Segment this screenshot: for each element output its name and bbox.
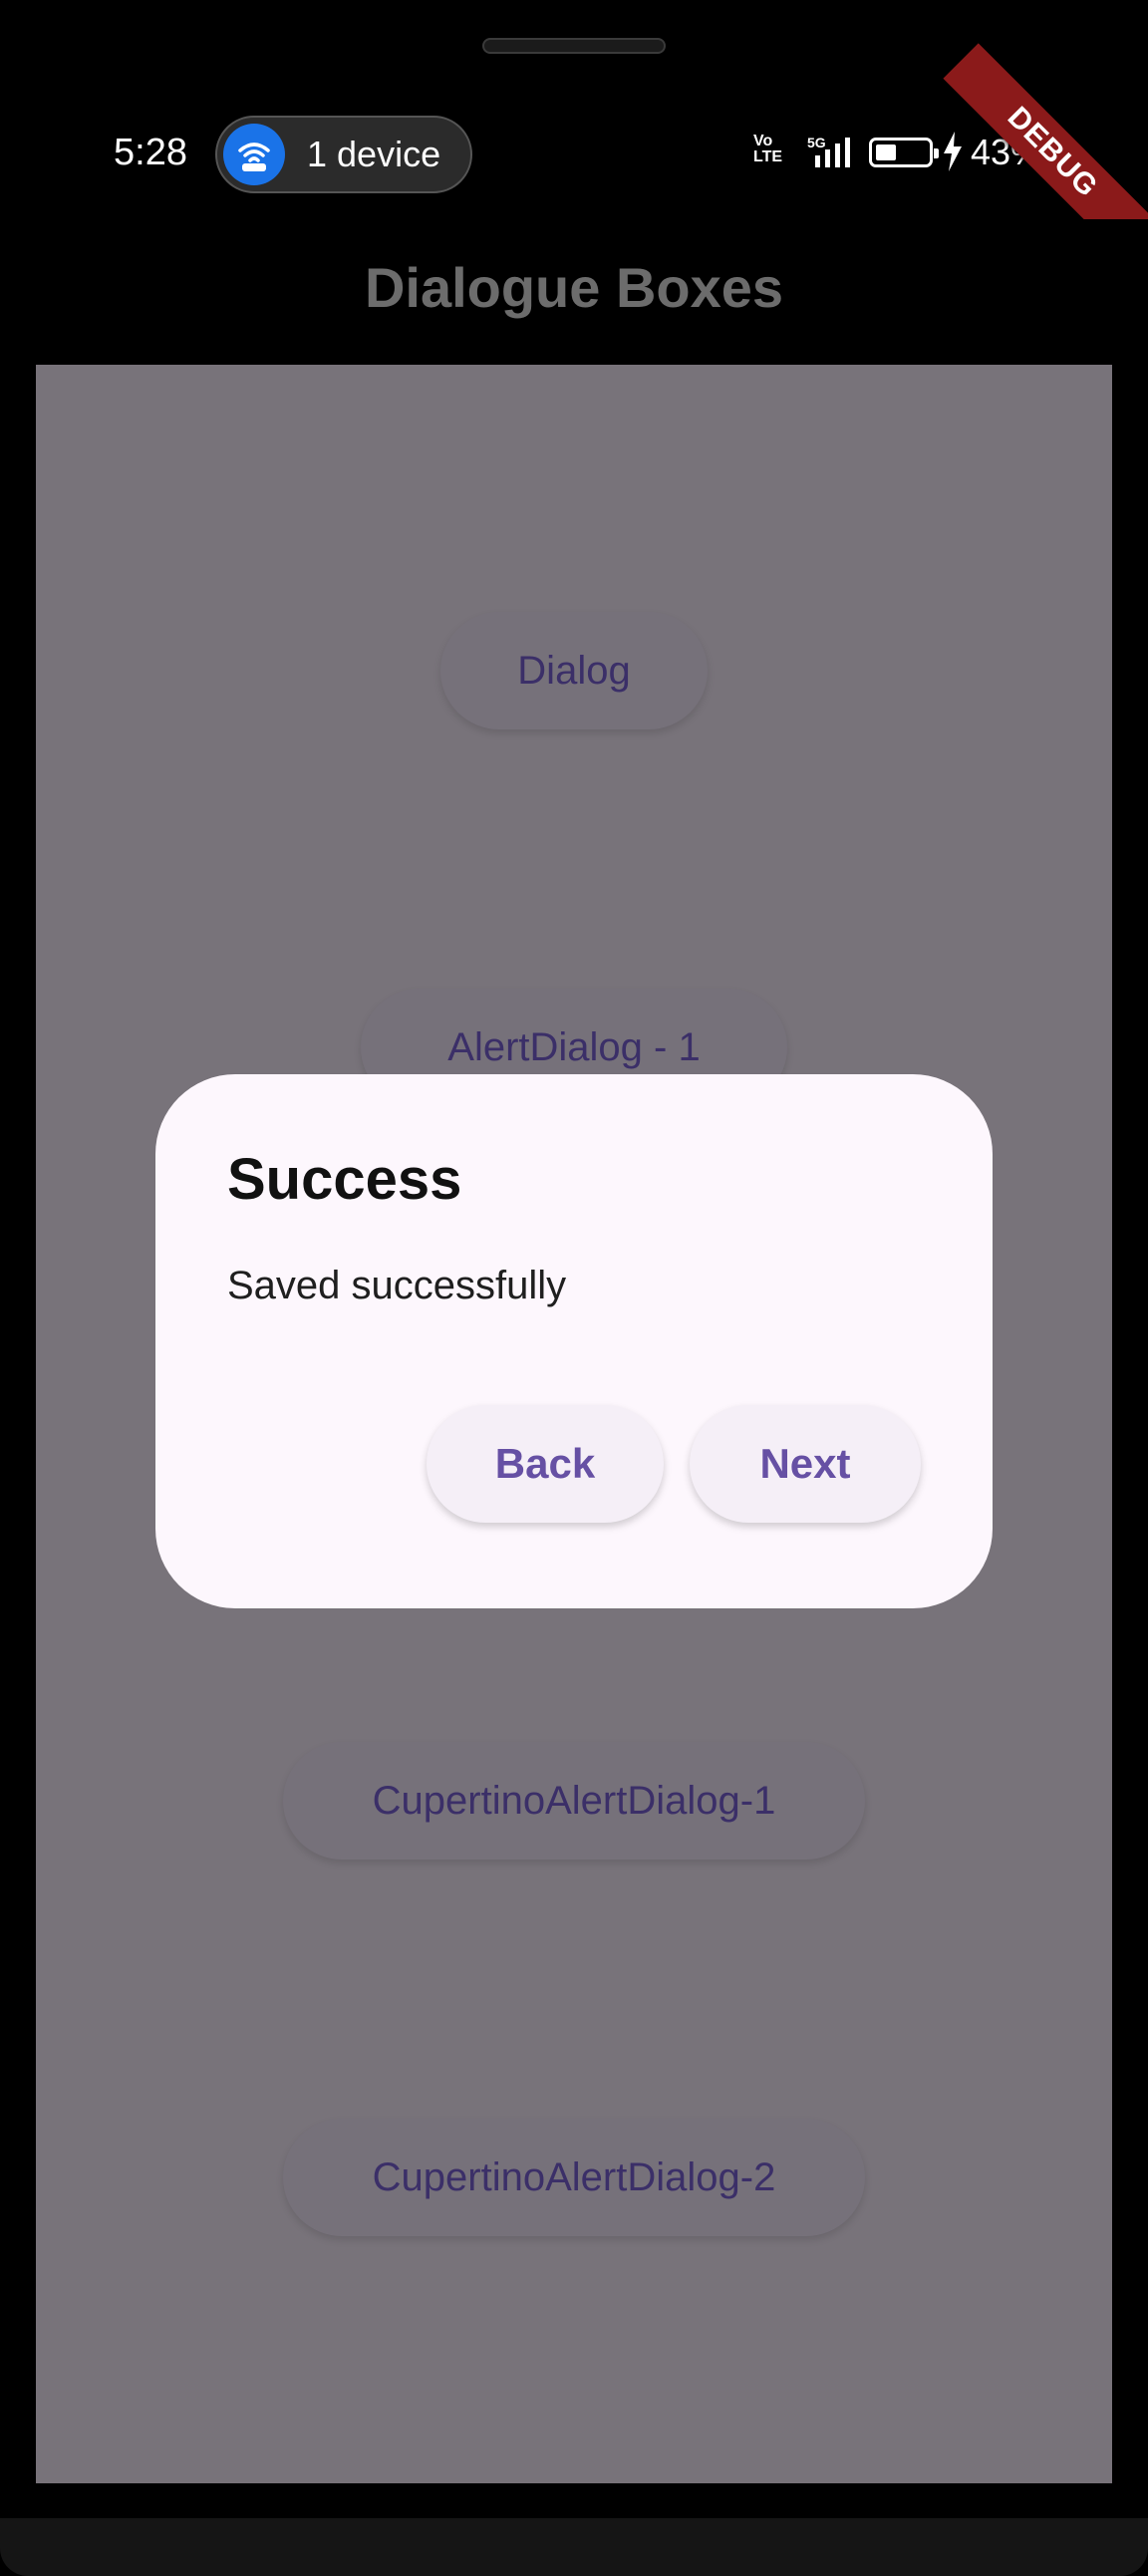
app-bar: Dialogue Boxes [0,219,1148,365]
signal-icon: 5G [807,135,850,167]
dialog-message: Saved successfully [227,1264,567,1307]
phone-frame: 5:28 1 device Vo LTE 5G 43% DEBUG Dialog… [0,0,1148,2576]
status-time: 5:28 [114,132,187,173]
bottom-bezel [0,2518,1148,2576]
back-button[interactable]: Back [427,1405,664,1523]
volte-icon: Vo LTE [753,133,783,165]
device-pill-label: 1 device [307,134,441,174]
svg-text:5G: 5G [807,135,826,150]
battery-icon [869,138,939,167]
status-bar: 5:28 1 device Vo LTE 5G 43% [0,110,1148,199]
dialog-button[interactable]: Dialog [440,612,708,729]
cupertino-alert-dialog-2-button[interactable]: CupertinoAlertDialog-2 [283,2119,865,2236]
device-pill[interactable]: 1 device [215,116,472,193]
next-button[interactable]: Next [690,1405,921,1523]
dialog-title: Success [227,1147,462,1212]
cupertino-alert-dialog-1-button[interactable]: CupertinoAlertDialog-1 [283,1742,865,1860]
success-dialog: Success Saved successfully Back Next [155,1074,993,1608]
wifi-icon [223,124,285,185]
page-title: Dialogue Boxes [364,256,784,319]
speaker-grille [482,38,666,54]
charging-icon [944,132,962,171]
